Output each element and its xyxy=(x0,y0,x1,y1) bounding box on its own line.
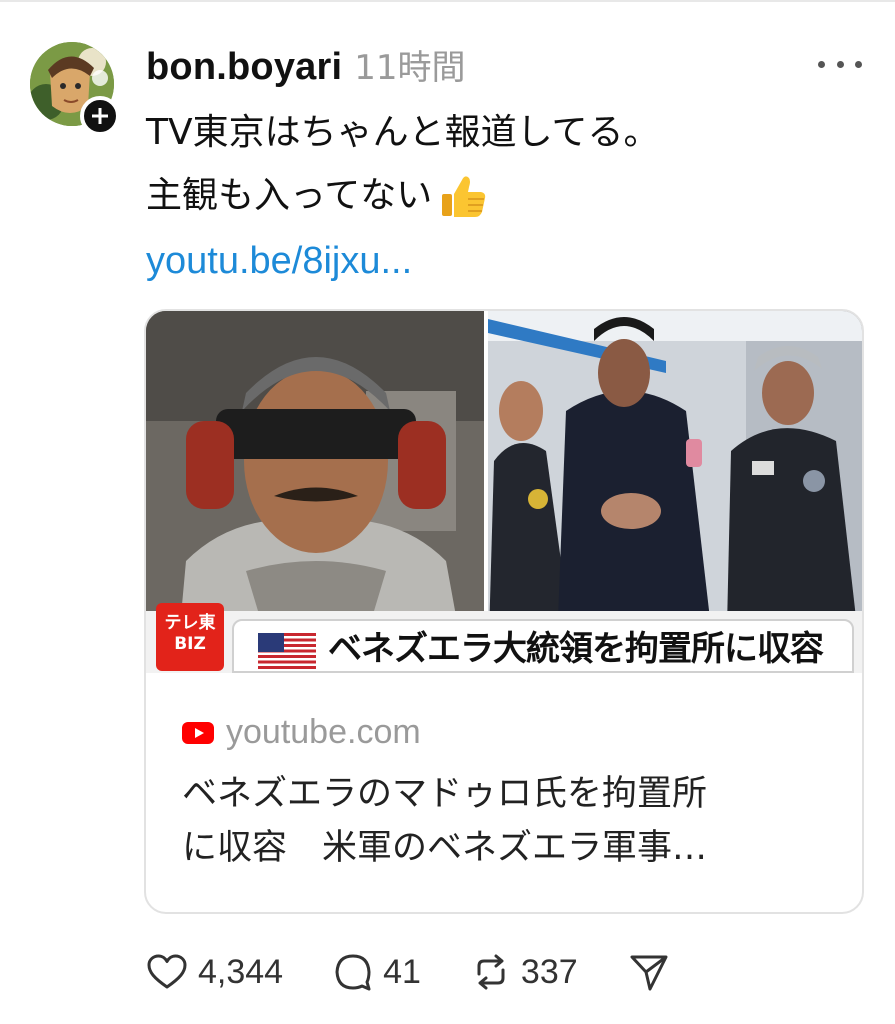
headline-text: ベネズエラ大統領を拘置所に収容 xyxy=(328,629,824,669)
top-divider xyxy=(0,0,895,2)
more-dot-icon xyxy=(855,60,862,68)
link-preview-card[interactable]: テレ東 BIZ ベネズエラ大統領を拘置所に収容 youtube.com ベネズエ… xyxy=(144,309,864,914)
comment-button[interactable]: 41 xyxy=(333,952,421,992)
like-button[interactable]: 4,344 xyxy=(146,953,283,992)
headline-caption: ベネズエラ大統領を拘置所に収容 xyxy=(232,619,854,673)
username[interactable]: bon.boyari xyxy=(146,46,342,89)
more-options-button[interactable] xyxy=(818,52,862,76)
more-dot-icon xyxy=(836,60,844,68)
card-source: youtube.com xyxy=(182,713,421,752)
us-flag-icon xyxy=(258,633,316,669)
timestamp: 11時間 xyxy=(354,48,466,88)
send-icon xyxy=(630,955,668,991)
logo-line2: BIZ xyxy=(174,634,206,654)
logo-line1: テレ東 xyxy=(164,613,216,633)
heart-icon xyxy=(147,954,187,989)
card-title: ベネズエラのマドゥロ氏を拘置所 に収容 米軍のベネズエラ軍事… xyxy=(182,767,832,875)
repost-count: 337 xyxy=(520,952,578,991)
repost-icon xyxy=(477,954,505,990)
post-text-line1: TV東京はちゃんと報道してる。 xyxy=(146,112,660,153)
more-dot-icon xyxy=(818,60,825,68)
tvtokyo-biz-logo: テレ東 BIZ xyxy=(156,603,224,671)
thumbs-up-icon xyxy=(442,176,486,217)
post-text-line2: 主観も入ってない xyxy=(146,175,433,216)
post-link[interactable]: youtu.be/8ijxu... xyxy=(146,238,412,284)
source-domain: youtube.com xyxy=(226,713,421,751)
comment-icon xyxy=(335,954,371,991)
youtube-icon xyxy=(182,721,214,744)
card-title-line1: ベネズエラのマドゥロ氏を拘置所 xyxy=(182,774,708,814)
action-bar: 4,344 41 337 xyxy=(146,948,720,996)
share-button[interactable] xyxy=(628,952,670,992)
plus-icon xyxy=(92,108,108,124)
comment-count: 41 xyxy=(383,952,421,991)
post-header: bon.boyari 11時間 xyxy=(146,40,466,90)
card-title-line2: に収容 米軍のベネズエラ軍事… xyxy=(182,828,708,868)
follow-button[interactable] xyxy=(80,96,120,136)
repost-button[interactable]: 337 xyxy=(471,952,578,992)
like-count: 4,344 xyxy=(198,952,284,991)
post-text-line2-row: 主観も入ってない xyxy=(146,172,488,220)
